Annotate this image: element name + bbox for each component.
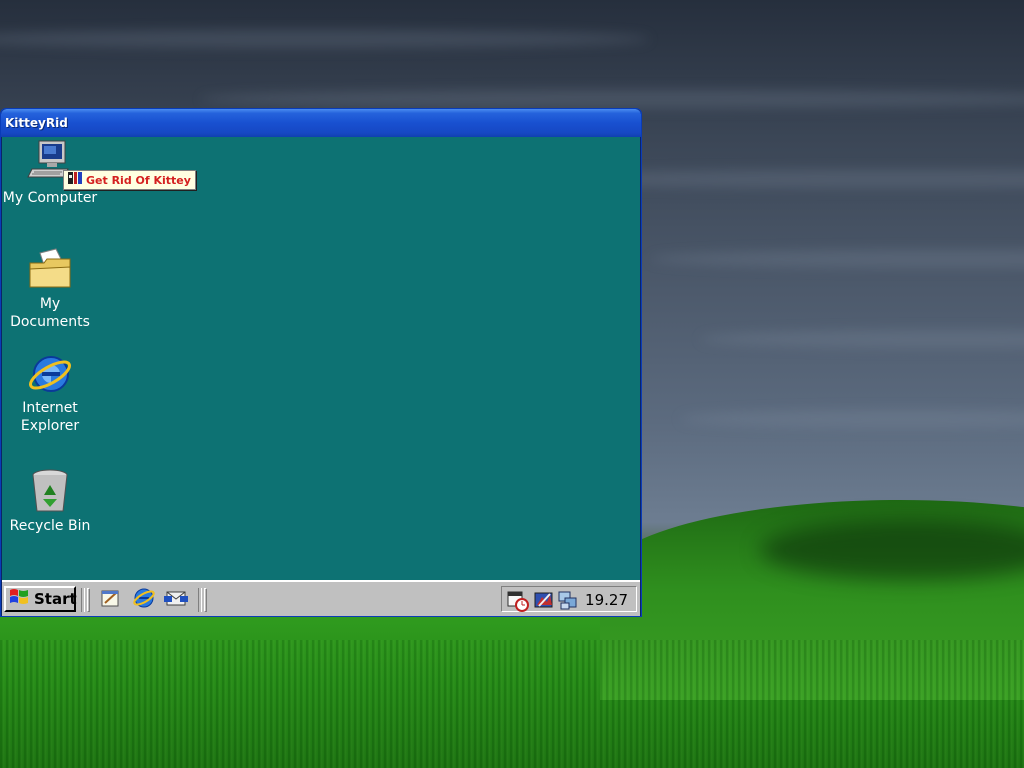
cloud-streak [700,330,1024,348]
grass-texture [0,640,1024,768]
cloud-streak [0,30,650,48]
start-button[interactable]: Start [4,586,77,612]
start-label: Start [34,590,77,608]
desktop-icon-label: Internet [22,400,78,416]
desktop-icon-label: My Documents [10,296,90,330]
recycle-bin-icon [26,467,74,515]
my-documents-folder-icon [26,245,74,293]
windows-logo-icon [8,587,32,612]
internet-explorer-icon [26,349,74,397]
taskbar: Start 19.27 [2,580,640,616]
quick-launch-internet-explorer[interactable] [131,588,157,612]
emulated-desktop[interactable]: My Computer My Documents Internet Explor… [2,137,640,580]
quick-launch-grip[interactable] [87,588,90,612]
scheduler-icon[interactable] [507,590,529,612]
quick-launch-show-desktop[interactable] [97,588,123,612]
system-tray: 19.27 [501,586,637,612]
cloud-streak [650,250,1024,268]
network-icon[interactable] [557,590,577,610]
outlook-express-icon [164,587,188,614]
kitteyrid-window[interactable]: KitteyRid My Computer My Documents Inter… [0,108,642,617]
desktop-icon-recycle-bin[interactable]: Recycle Bin [1,467,100,535]
cloud-streak [680,410,1024,428]
quick-launch-outlook-express[interactable] [163,588,189,612]
desktop-icon-my-documents[interactable]: My Documents [1,245,100,331]
taskbar-separator [81,588,85,612]
desktop-icon-label: My Computer [2,190,98,206]
desktop-icon-label: Explorer [20,418,80,434]
window-title: KitteyRid [5,116,68,130]
display-settings-icon[interactable] [533,590,553,610]
window-title-bar[interactable]: KitteyRid [1,109,641,137]
get-rid-of-kittey-tooltip[interactable]: Get Rid Of Kittey [63,170,196,190]
taskbar-clock[interactable]: 19.27 [585,591,628,609]
kitteyrid-app-icon [67,170,83,191]
desktop-icon-internet-explorer[interactable]: Internet Explorer [1,349,100,435]
taskbar-separator [198,588,202,612]
desktop-icon-label: Recycle Bin [9,518,91,534]
cloud-streak [200,90,1024,108]
show-desktop-icon [99,587,121,614]
tooltip-text: Get Rid Of Kittey [86,173,191,187]
task-area-grip[interactable] [204,588,207,612]
internet-explorer-icon [132,586,156,615]
